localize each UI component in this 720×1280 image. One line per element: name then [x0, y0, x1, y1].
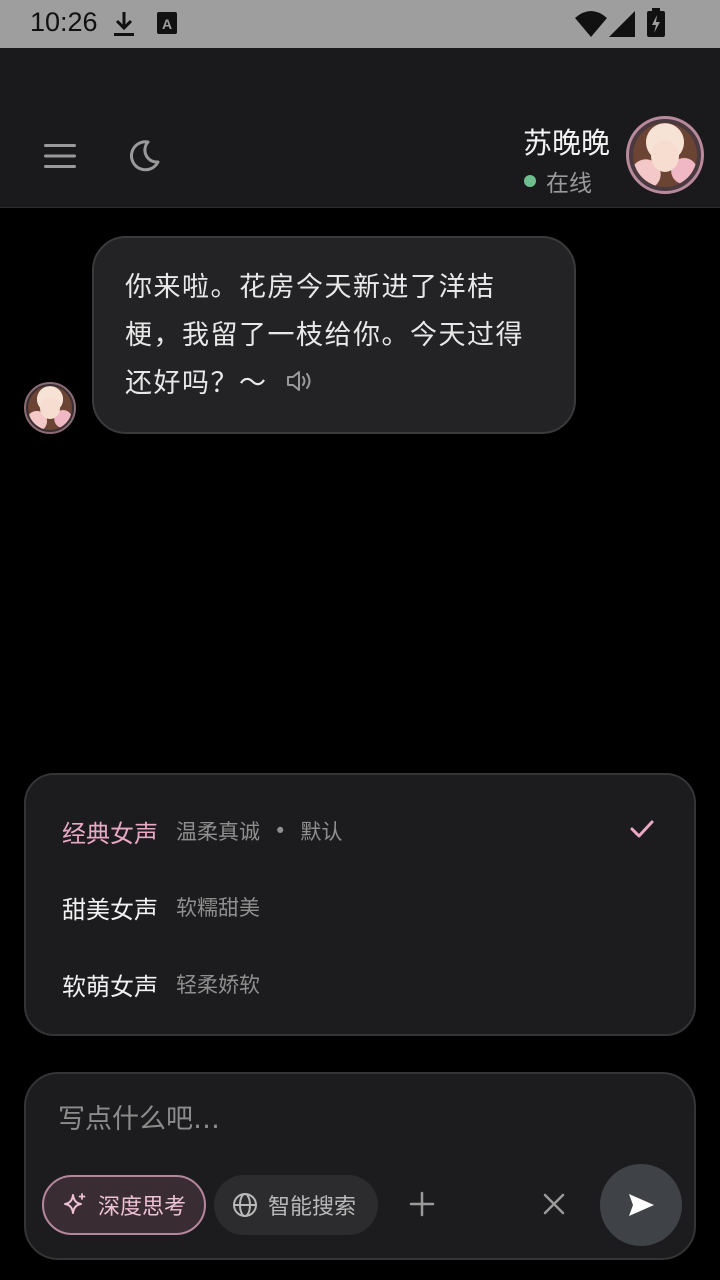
message-composer: 深度思考 智能搜索 — [24, 1072, 696, 1260]
voice-option-sweet[interactable]: 甜美女声 软糯甜美 — [62, 887, 260, 927]
smart-search-toggle[interactable]: 智能搜索 — [214, 1175, 378, 1235]
svg-text:A: A — [162, 16, 172, 32]
sparkle-icon — [64, 1193, 86, 1214]
voice-select-panel: 经典女声 温柔真诚 • 默认 甜美女声 软糯甜美 软萌女声 轻柔娇软 — [24, 773, 696, 1036]
battery-charging-icon — [647, 8, 665, 37]
online-status: 在线 — [524, 164, 592, 198]
deep-think-label: 深度思考 — [98, 1195, 187, 1220]
speaker-icon — [286, 370, 310, 391]
play-voice-button[interactable] — [286, 361, 316, 409]
contact-name: 苏晚晚 — [522, 126, 610, 160]
contact-avatar[interactable] — [626, 116, 704, 194]
keyboard-a-icon: A — [157, 12, 177, 34]
check-icon — [630, 820, 654, 838]
globe-icon — [233, 1193, 257, 1217]
voice-option-name: 经典女声 — [62, 819, 158, 848]
moon-icon — [129, 140, 160, 172]
voice-option-cute[interactable]: 软萌女声 轻柔娇软 — [62, 964, 260, 1004]
hamburger-icon — [44, 144, 76, 168]
message-text: 你来啦。花房今天新进了洋桔梗，我留了一枝给你。今天过得还好吗？～ — [125, 264, 544, 409]
voice-option-classic[interactable]: 经典女声 温柔真诚 • 默认 — [62, 811, 342, 851]
voice-option-name: 甜美女声 — [62, 895, 158, 924]
plus-icon — [409, 1191, 435, 1217]
deep-think-toggle[interactable]: 深度思考 — [42, 1175, 206, 1235]
status-time: 10:26 — [30, 7, 98, 37]
close-icon — [543, 1193, 565, 1215]
voice-option-desc: 软糯甜美 — [176, 896, 260, 920]
voice-option-desc: 温柔真诚 — [176, 820, 260, 844]
menu-button[interactable] — [40, 136, 80, 176]
avatar-image — [633, 123, 697, 187]
status-bar: 10:26 A — [0, 0, 720, 48]
chat-header: 苏晚晚 在线 — [0, 48, 720, 208]
send-icon — [629, 1194, 654, 1216]
dark-mode-toggle[interactable] — [122, 134, 166, 178]
status-text: 在线 — [546, 171, 592, 197]
voice-option-tag: 默认 — [300, 820, 343, 844]
message-content: 你来啦。花房今天新进了洋桔梗，我留了一枝给你。今天过得还好吗？～ — [125, 272, 524, 399]
add-attachment-button[interactable] — [404, 1186, 440, 1222]
wifi-icon — [575, 11, 607, 37]
download-icon — [114, 12, 134, 36]
message-bubble: 你来啦。花房今天新进了洋桔梗，我留了一枝给你。今天过得还好吗？～ — [92, 236, 576, 434]
close-button[interactable] — [536, 1186, 572, 1222]
message-input[interactable] — [58, 1104, 658, 1135]
send-button[interactable] — [600, 1164, 682, 1246]
voice-option-name: 软萌女声 — [62, 972, 158, 1001]
smart-search-label: 智能搜索 — [268, 1195, 357, 1220]
signal-icon — [609, 11, 635, 37]
separator-dot: • — [274, 819, 287, 843]
avatar-image — [28, 386, 72, 430]
online-dot — [524, 175, 536, 187]
voice-option-desc: 轻柔娇软 — [176, 973, 260, 997]
message-avatar[interactable] — [24, 382, 76, 434]
